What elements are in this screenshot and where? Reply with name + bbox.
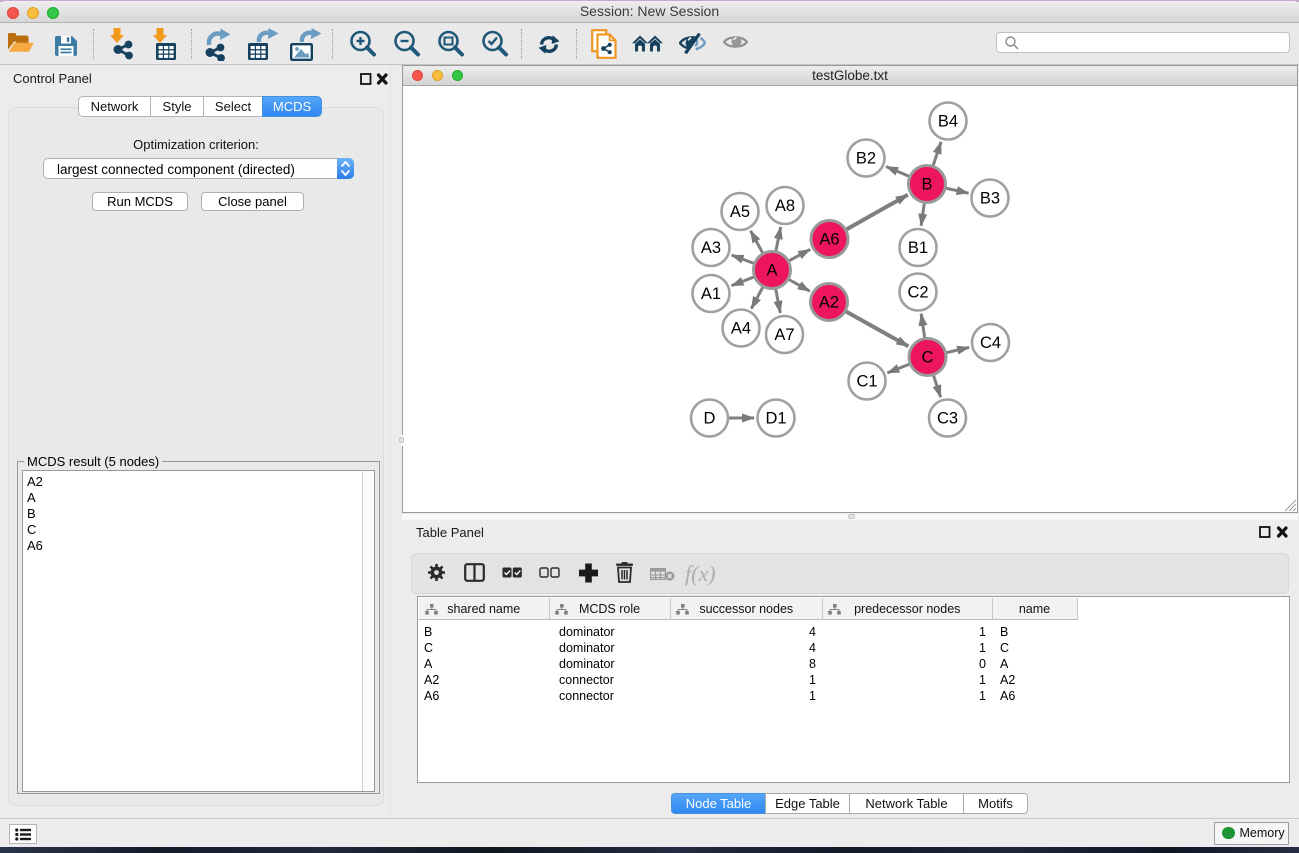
svg-text:D: D bbox=[704, 410, 716, 428]
svg-text:C2: C2 bbox=[907, 284, 928, 302]
svg-text:A: A bbox=[766, 262, 777, 280]
svg-text:B1: B1 bbox=[908, 239, 928, 257]
svg-text:A8: A8 bbox=[775, 197, 795, 215]
svg-text:C1: C1 bbox=[856, 373, 877, 391]
svg-text:A5: A5 bbox=[730, 203, 750, 221]
svg-text:A3: A3 bbox=[701, 239, 721, 257]
svg-text:A1: A1 bbox=[701, 285, 721, 303]
svg-text:D1: D1 bbox=[765, 410, 786, 428]
svg-text:A6: A6 bbox=[819, 231, 839, 249]
svg-text:B: B bbox=[921, 176, 932, 194]
svg-text:A7: A7 bbox=[774, 326, 794, 344]
svg-text:A4: A4 bbox=[731, 320, 751, 338]
svg-text:C3: C3 bbox=[937, 410, 958, 428]
svg-text:B4: B4 bbox=[938, 113, 958, 131]
svg-text:C: C bbox=[922, 349, 934, 367]
svg-text:B3: B3 bbox=[980, 190, 1000, 208]
svg-text:A2: A2 bbox=[819, 294, 839, 312]
svg-text:B2: B2 bbox=[856, 150, 876, 168]
svg-text:C4: C4 bbox=[980, 334, 1001, 352]
